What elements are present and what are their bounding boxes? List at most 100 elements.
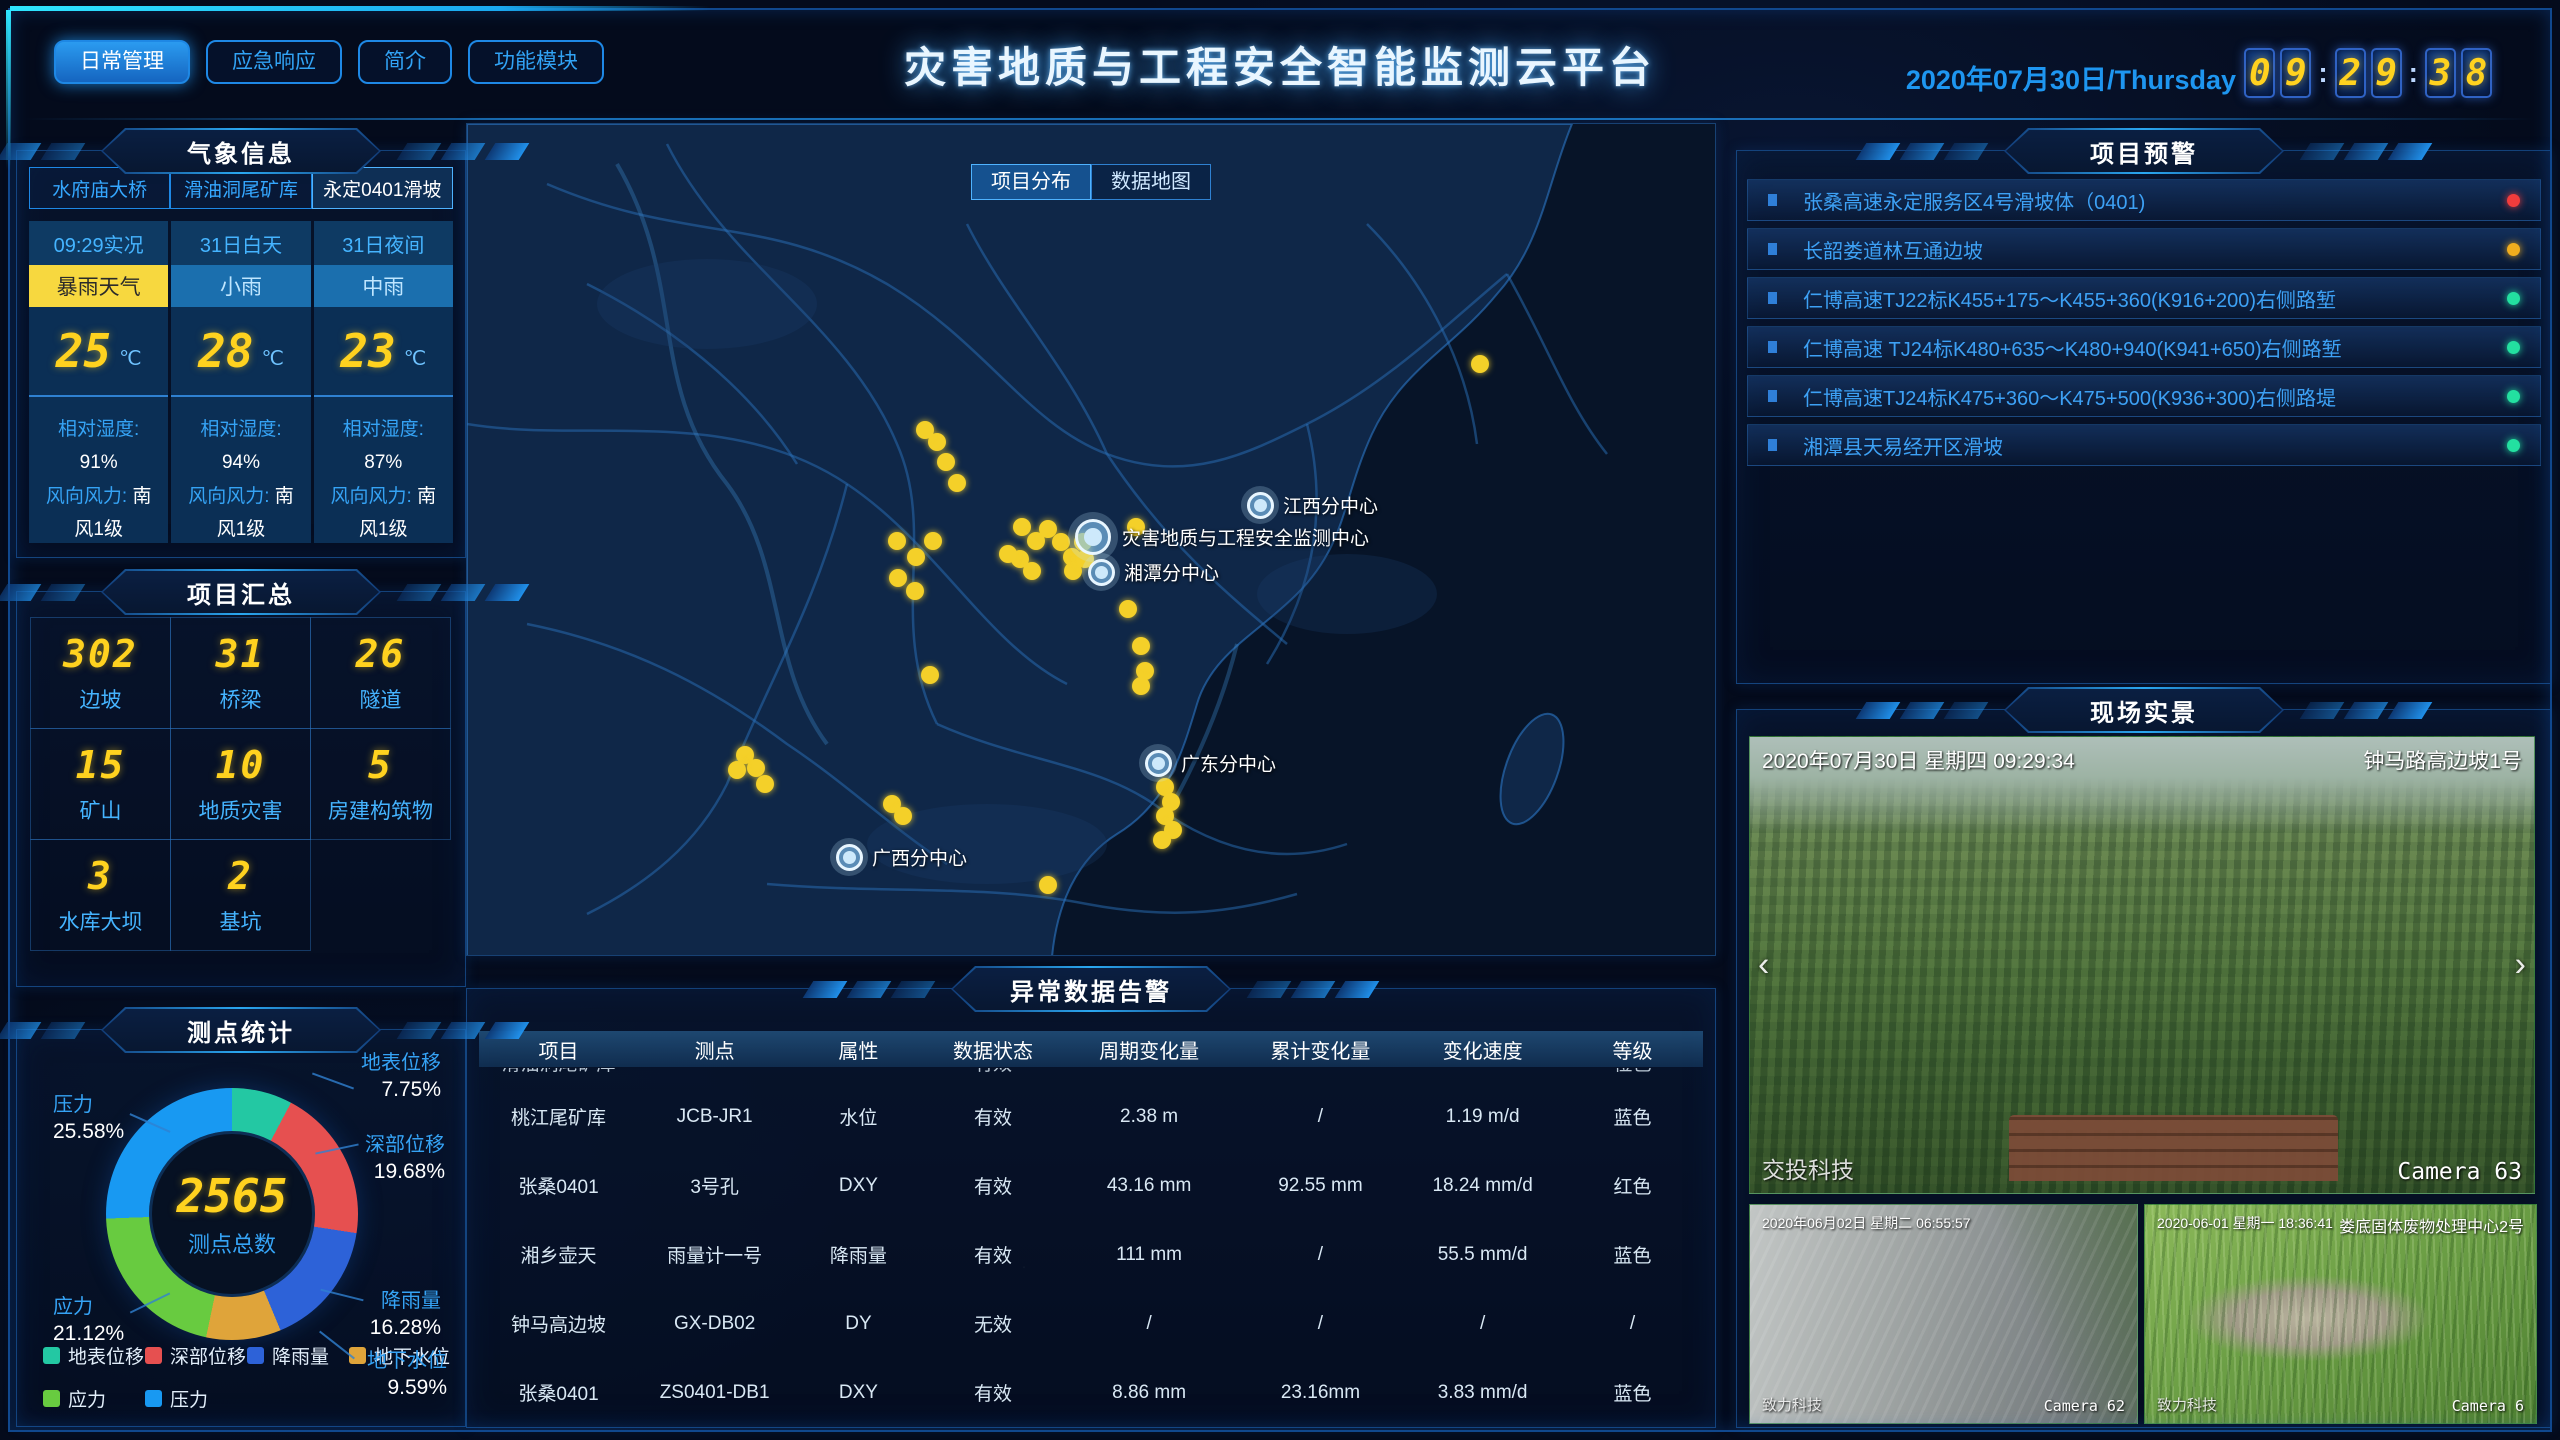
chart-callout-压力: 压力25.58% — [53, 1092, 124, 1145]
alarm-cell: 3.83 mm/d — [1403, 1382, 1562, 1404]
alarm-cell: 15.97 — [1238, 1068, 1403, 1074]
video-site-label: 钟马路高边坡1号 — [2363, 745, 2522, 775]
monitoring-center-marker[interactable]: 广东分中心 — [1139, 744, 1177, 782]
warning-text: 湘潭县天易经开区滑坡 — [1803, 431, 2507, 460]
panel-title: 气象信息 — [103, 130, 379, 172]
banner-deco-right — [1247, 981, 1379, 998]
weather-time: 09:29实况 — [29, 221, 168, 265]
project-location-dot[interactable] — [894, 807, 912, 825]
summary-label: 水库大坝 — [59, 906, 143, 936]
warning-level-dot-yellow — [2507, 243, 2520, 256]
alarm-table-row[interactable]: 张桑04013号孔DXY有效43.16 mm92.55 mm18.24 mm/d… — [479, 1151, 1703, 1220]
project-location-dot[interactable] — [889, 569, 907, 587]
clock-digit-value: 9 — [2285, 53, 2307, 94]
map-panel: 项目分布数据地图 江西分中心灾害地质与工程安全监测中心湘潭分中心广东分中心广西分… — [466, 123, 1716, 956]
alarm-table-row[interactable]: 湘乡壶天雨量计一号降雨量有效111 mm/55.5 mm/d蓝色 — [479, 1220, 1703, 1289]
alarm-table-row[interactable]: 滑油洞尾矿库5#-HDXY有效10.12 mm15.975.46 mm/d橙色 — [479, 1068, 1703, 1081]
project-location-dot[interactable] — [1153, 831, 1171, 849]
project-location-dot[interactable] — [1023, 562, 1041, 580]
warning-text: 仁博高速TJ22标K455+175～K455+360(K916+200)右侧路堑 — [1803, 284, 2507, 313]
monitoring-center-marker[interactable]: 江西分中心 — [1241, 486, 1279, 524]
alarm-cell: / — [1238, 1106, 1403, 1128]
weather-column: 09:29实况暴雨天气25℃相对湿度: 91%风向风力: 南风1级 — [29, 221, 168, 543]
project-location-dot[interactable] — [916, 421, 934, 439]
map-tab-项目分布[interactable]: 项目分布 — [971, 164, 1091, 200]
project-location-dot[interactable] — [948, 474, 966, 492]
project-location-dot[interactable] — [999, 545, 1017, 563]
project-location-dot[interactable] — [924, 532, 942, 550]
legend-item-应力: 应力 — [43, 1385, 145, 1412]
alarm-cell: DXY — [791, 1382, 926, 1404]
panel-title: 项目汇总 — [103, 571, 379, 613]
monitoring-center-marker[interactable]: 湘潭分中心 — [1082, 553, 1120, 591]
warning-list-item[interactable]: 仁博高速 TJ24标K480+635～K480+940(K941+650)右侧路… — [1747, 326, 2541, 368]
project-location-dot[interactable] — [1132, 677, 1150, 695]
chart-callout-应力: 应力21.12% — [53, 1294, 124, 1347]
alarm-col-header: 累计变化量 — [1238, 1035, 1403, 1064]
monitoring-center-label: 灾害地质与工程安全监测中心 — [1122, 524, 1369, 551]
panel-title-frame: 气象信息 — [101, 128, 381, 174]
alarm-table-row[interactable]: 桃江尾矿库JCB-JR1水位有效2.38 m/1.19 m/d蓝色 — [479, 1082, 1703, 1151]
marker-core — [1254, 499, 1267, 512]
top-header: 日常管理应急响应简介功能模块 灾害地质与工程安全智能监测云平台 2020年07月… — [24, 10, 2536, 116]
thumbnail-camera-view[interactable]: 2020年06月02日 星期二 06:55:57 致力科技 Camera 62 — [1749, 1204, 2138, 1424]
temperature-value: 23 — [340, 324, 395, 378]
panel-title-frame: 项目预警 — [2004, 128, 2284, 174]
monitoring-center-marker[interactable]: 广西分中心 — [830, 838, 868, 876]
alarm-table-partial-row: 滑油洞尾矿库5#-HDXY有效10.12 mm15.975.46 mm/d橙色 — [479, 1068, 1703, 1081]
alarm-table-row[interactable]: 钟马高边坡GX-DB02DY无效//// — [479, 1289, 1703, 1358]
alarm-table-body: 桃江尾矿库JCB-JR1水位有效2.38 m/1.19 m/d蓝色张桑04013… — [479, 1082, 1703, 1423]
alarm-cell: 张桑0401 — [479, 1172, 638, 1199]
alarm-table-header: 项目测点属性数据状态周期变化量累计变化量变化速度等级 — [479, 1031, 1703, 1067]
main-camera-view[interactable]: 2020年07月30日 星期四 09:29:34 钟马路高边坡1号 交投科技 C… — [1749, 736, 2535, 1194]
warning-list-item[interactable]: 张桑高速永定服务区4号滑坡体（0401) — [1747, 179, 2541, 221]
prev-camera-arrow-icon[interactable]: ‹ — [1758, 946, 1769, 985]
warning-list-item[interactable]: 长韶娄道林互通边坡 — [1747, 228, 2541, 270]
warning-list-item[interactable]: 仁博高速TJ24标K475+360～K475+500(K936+300)右侧路堤 — [1747, 375, 2541, 417]
legend-swatch — [43, 1390, 60, 1407]
humidity-value: 91% — [80, 452, 118, 473]
monitoring-center-label: 湘潭分中心 — [1124, 559, 1219, 586]
project-location-dot[interactable] — [937, 453, 955, 471]
thumbnail-camera-view[interactable]: 2020-06-01 星期一 18:36:41 娄底固体废物处理中心2号 致力科… — [2144, 1204, 2537, 1424]
video-timestamp: 2020-06-01 星期一 18:36:41 — [2157, 1213, 2333, 1233]
legend-swatch — [43, 1347, 60, 1364]
clock-colon: : — [2409, 57, 2418, 89]
project-warning-panel: 项目预警 张桑高速永定服务区4号滑坡体（0401)长韶娄道林互通边坡仁博高速TJ… — [1736, 150, 2552, 684]
alarm-cell: 18.24 mm/d — [1403, 1175, 1562, 1197]
temperature-value: 25 — [56, 324, 111, 378]
project-location-dot[interactable] — [1039, 876, 1057, 894]
summary-cell-地质灾害: 10地质灾害 — [170, 728, 311, 840]
marker-core — [1095, 566, 1108, 579]
total-points-label: 测点总数 — [188, 1227, 276, 1259]
next-camera-arrow-icon[interactable]: › — [2515, 946, 2526, 985]
frame-accent — [10, 6, 710, 11]
legend-label: 应力 — [68, 1385, 106, 1412]
alarm-cell: 111 mm — [1060, 1244, 1237, 1266]
project-location-dot[interactable] — [907, 548, 925, 566]
project-location-dot[interactable] — [1119, 600, 1137, 618]
weather-condition: 暴雨天气 — [29, 265, 168, 307]
warning-level-dot-green — [2507, 390, 2520, 403]
project-location-dot[interactable] — [1132, 637, 1150, 655]
alarm-table-row[interactable]: 张桑0401ZS0401-DB1DXY有效8.86 mm23.16mm3.83 … — [479, 1358, 1703, 1423]
panel-title: 测点统计 — [103, 1009, 379, 1051]
summary-value: 15 — [76, 743, 126, 787]
legend-item-降雨量: 降雨量 — [247, 1342, 349, 1369]
banner-deco-left — [0, 1022, 85, 1039]
project-location-dot[interactable] — [756, 775, 774, 793]
project-location-dot[interactable] — [728, 761, 746, 779]
map-tab-数据地图[interactable]: 数据地图 — [1091, 164, 1211, 200]
clock-digit: 8 — [2461, 48, 2492, 98]
summary-value: 26 — [356, 632, 406, 676]
project-location-dot[interactable] — [888, 532, 906, 550]
project-location-dot[interactable] — [1013, 518, 1031, 536]
alarm-cell: 有效 — [926, 1241, 1061, 1268]
project-location-dot[interactable] — [921, 666, 939, 684]
alarm-col-header: 变化速度 — [1403, 1035, 1562, 1064]
project-location-dot[interactable] — [1471, 355, 1489, 373]
warning-list-item[interactable]: 仁博高速TJ22标K455+175～K455+360(K916+200)右侧路堑 — [1747, 277, 2541, 319]
project-location-dot[interactable] — [906, 582, 924, 600]
warning-list-item[interactable]: 湘潭县天易经开区滑坡 — [1747, 424, 2541, 466]
clock-digit: 2 — [2335, 48, 2366, 98]
